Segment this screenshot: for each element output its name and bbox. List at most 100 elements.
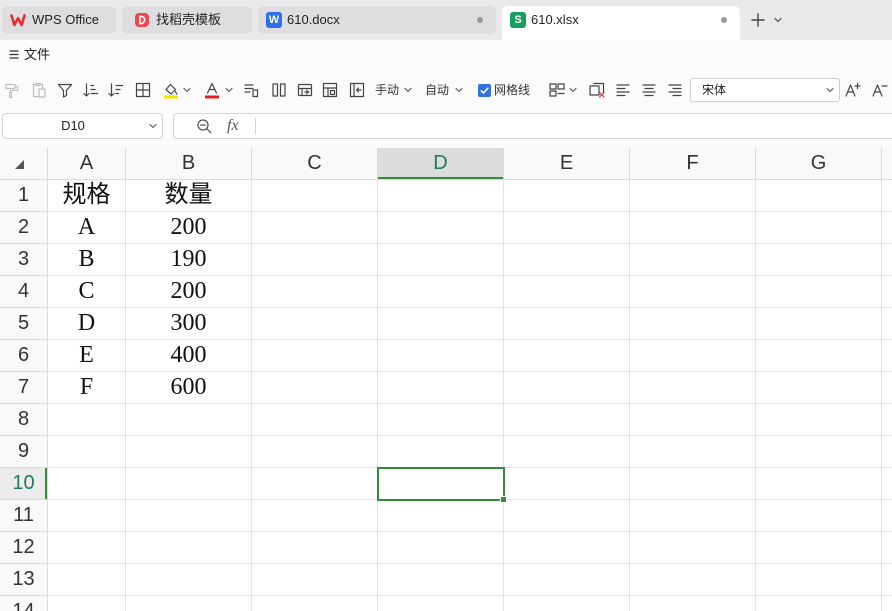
cell-E11[interactable]: [504, 500, 630, 532]
row-header-3[interactable]: 3: [0, 244, 48, 276]
column-width-icon[interactable]: [270, 81, 288, 99]
cell-A7[interactable]: F: [48, 372, 126, 404]
cell-E8[interactable]: [504, 404, 630, 436]
gridlines-label[interactable]: 网格线: [494, 70, 530, 110]
cell-F8[interactable]: [630, 404, 756, 436]
insert-function-button[interactable]: fx: [227, 114, 239, 138]
sort-descending-icon[interactable]: [107, 81, 125, 99]
cell-B14[interactable]: [126, 596, 252, 611]
cell-C13[interactable]: [252, 564, 378, 596]
cell-G9[interactable]: [756, 436, 882, 468]
freeze-panes-icon[interactable]: [348, 81, 366, 99]
cell-B11[interactable]: [126, 500, 252, 532]
align-center-icon[interactable]: [640, 81, 658, 99]
tab-docer-templates[interactable]: 找稻壳模板: [122, 6, 252, 34]
auto-chevron-icon[interactable]: [454, 85, 464, 95]
cell-E1[interactable]: [504, 180, 630, 212]
cell-E2[interactable]: [504, 212, 630, 244]
column-header-C[interactable]: C: [252, 148, 378, 180]
cell-F14[interactable]: [630, 596, 756, 611]
cell-C1[interactable]: [252, 180, 378, 212]
cell-E7[interactable]: [504, 372, 630, 404]
cell-E4[interactable]: [504, 276, 630, 308]
tab-wps-office[interactable]: WPS Office: [2, 6, 116, 34]
cell-C4[interactable]: [252, 276, 378, 308]
cell-A5[interactable]: D: [48, 308, 126, 340]
cell-B9[interactable]: [126, 436, 252, 468]
cell-offscreen-column-1[interactable]: [882, 180, 892, 212]
font-name-chevron-icon[interactable]: [825, 85, 835, 95]
font-color-chevron-icon[interactable]: [224, 85, 234, 95]
cell-offscreen-column-4[interactable]: [882, 276, 892, 308]
cell-C8[interactable]: [252, 404, 378, 436]
row-header-2[interactable]: 2: [0, 212, 48, 244]
cell-E6[interactable]: [504, 340, 630, 372]
borders-icon[interactable]: [134, 81, 152, 99]
cell-G14[interactable]: [756, 596, 882, 611]
cell-F11[interactable]: [630, 500, 756, 532]
clear-format-icon[interactable]: [588, 81, 606, 99]
row-header-9[interactable]: 9: [0, 436, 48, 468]
cell-offscreen-column-8[interactable]: [882, 404, 892, 436]
cell-C12[interactable]: [252, 532, 378, 564]
cell-A4[interactable]: C: [48, 276, 126, 308]
cell-F3[interactable]: [630, 244, 756, 276]
cell-C6[interactable]: [252, 340, 378, 372]
cell-B13[interactable]: [126, 564, 252, 596]
cell-D6[interactable]: [378, 340, 504, 372]
cell-F9[interactable]: [630, 436, 756, 468]
cell-A14[interactable]: [48, 596, 126, 611]
manual-dropdown[interactable]: 手动: [375, 70, 399, 110]
row-header-11[interactable]: 11: [0, 500, 48, 532]
sort-ascending-icon[interactable]: [82, 81, 100, 99]
column-header-D[interactable]: D: [378, 148, 504, 180]
row-header-5[interactable]: 5: [0, 308, 48, 340]
align-left-icon[interactable]: [614, 81, 632, 99]
row-header-4[interactable]: 4: [0, 276, 48, 308]
row-header-14[interactable]: 14: [0, 596, 48, 611]
increase-font-size-icon[interactable]: [844, 81, 862, 99]
column-header-E[interactable]: E: [504, 148, 630, 180]
cell-B5[interactable]: 300: [126, 308, 252, 340]
cell-offscreen-column-3[interactable]: [882, 244, 892, 276]
cell-offscreen-column-2[interactable]: [882, 212, 892, 244]
cell-A12[interactable]: [48, 532, 126, 564]
cell-B1[interactable]: 数量: [126, 180, 252, 212]
cell-A8[interactable]: [48, 404, 126, 436]
cell-C10[interactable]: [252, 468, 378, 500]
row-header-8[interactable]: 8: [0, 404, 48, 436]
column-header-B[interactable]: B: [126, 148, 252, 180]
cell-D4[interactable]: [378, 276, 504, 308]
tab-610-xlsx[interactable]: S 610.xlsx: [502, 6, 740, 40]
cell-D3[interactable]: [378, 244, 504, 276]
cell-D8[interactable]: [378, 404, 504, 436]
cell-F10[interactable]: [630, 468, 756, 500]
cell-C3[interactable]: [252, 244, 378, 276]
cell-offscreen-column-11[interactable]: [882, 500, 892, 532]
formula-input[interactable]: [264, 114, 864, 138]
cell-B12[interactable]: [126, 532, 252, 564]
file-menu[interactable]: 文件: [24, 40, 50, 70]
cell-offscreen-column-6[interactable]: [882, 340, 892, 372]
cell-C9[interactable]: [252, 436, 378, 468]
cell-D7[interactable]: [378, 372, 504, 404]
cell-F4[interactable]: [630, 276, 756, 308]
cell-A10[interactable]: [48, 468, 126, 500]
cell-G5[interactable]: [756, 308, 882, 340]
cell-G13[interactable]: [756, 564, 882, 596]
name-box-chevron-icon[interactable]: [148, 121, 158, 131]
new-tab-plus-icon[interactable]: [750, 12, 766, 28]
font-color-icon[interactable]: [203, 81, 221, 99]
cell-D14[interactable]: [378, 596, 504, 611]
cell-D9[interactable]: [378, 436, 504, 468]
cell-F1[interactable]: [630, 180, 756, 212]
zoom-icon[interactable]: [196, 118, 213, 135]
fill-color-chevron-icon[interactable]: [182, 85, 192, 95]
row-header-6[interactable]: 6: [0, 340, 48, 372]
cell-D12[interactable]: [378, 532, 504, 564]
cell-E5[interactable]: [504, 308, 630, 340]
cell-C14[interactable]: [252, 596, 378, 611]
cell-offscreen-column-10[interactable]: [882, 468, 892, 500]
cell-F6[interactable]: [630, 340, 756, 372]
cell-offscreen-column-5[interactable]: [882, 308, 892, 340]
